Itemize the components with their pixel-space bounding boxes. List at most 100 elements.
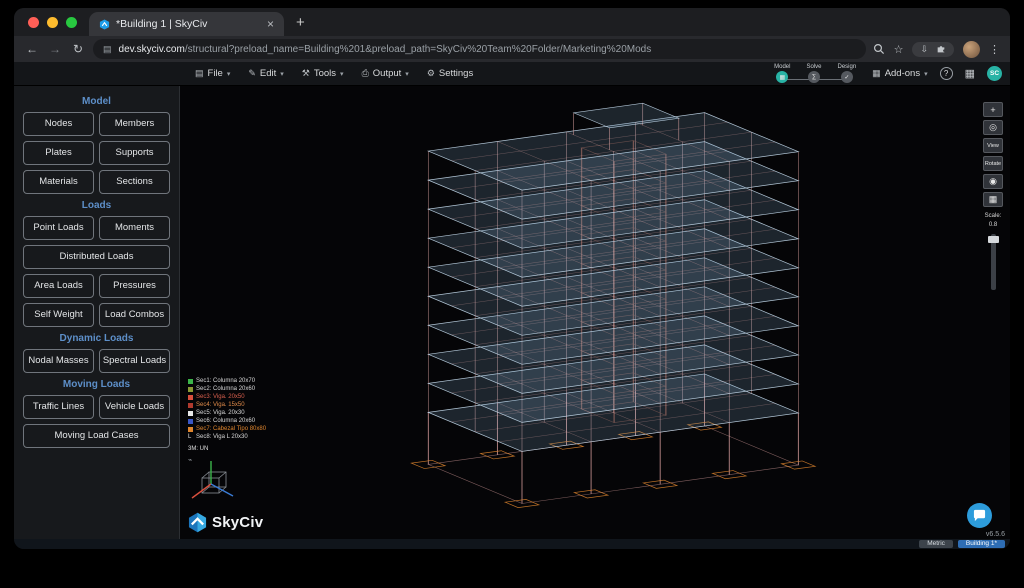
- legend-swatch: L: [188, 435, 193, 440]
- sidebar-row: MaterialsSections: [23, 170, 170, 194]
- addons-grid-icon: ▦: [872, 68, 881, 79]
- sidebar-button-sections[interactable]: Sections: [99, 170, 170, 194]
- chat-bubble-icon: [973, 509, 986, 522]
- zoom-extents-button[interactable]: +: [983, 102, 1003, 117]
- visibility-button[interactable]: ◎: [983, 120, 1003, 135]
- menu-output[interactable]: ⎙Output▾: [353, 62, 418, 86]
- edit-icon: ✎: [248, 68, 256, 79]
- legend-label: Sec4: Viga. 15x50: [196, 402, 245, 408]
- new-tab-button[interactable]: +: [296, 14, 305, 31]
- workflow-stepper: Model▦ Solve∑ Design✓: [770, 64, 860, 83]
- sidebar-button-nodal-masses[interactable]: Nodal Masses: [23, 349, 94, 373]
- step-label: Model: [774, 64, 790, 70]
- sidebar-button-self-weight[interactable]: Self Weight: [23, 303, 94, 327]
- back-icon[interactable]: ←: [24, 42, 40, 56]
- extensions-pill: ⇩: [912, 42, 954, 57]
- sidebar-button-point-loads[interactable]: Point Loads: [23, 216, 94, 240]
- chevron-down-icon: ▾: [340, 70, 344, 78]
- sidebar-button-nodes[interactable]: Nodes: [23, 112, 94, 136]
- axis-gizmo[interactable]: [188, 454, 238, 506]
- close-window-button[interactable]: [28, 17, 39, 28]
- skyciv-logo-icon: [188, 512, 207, 533]
- menu-label: File: [208, 68, 223, 79]
- account-avatar[interactable]: SC: [987, 66, 1002, 81]
- sidebar-button-traffic-lines[interactable]: Traffic Lines: [23, 395, 94, 419]
- sidebar-button-spectral-loads[interactable]: Spectral Loads: [99, 349, 170, 373]
- profile-avatar[interactable]: [963, 41, 980, 58]
- browser-tab[interactable]: *Building 1 | SkyCiv ×: [89, 12, 284, 36]
- sidebar-button-supports[interactable]: Supports: [99, 141, 170, 165]
- search-lens-icon[interactable]: [873, 43, 885, 55]
- menu-label: Edit: [260, 68, 276, 79]
- tab-close-icon[interactable]: ×: [267, 17, 274, 31]
- rotate-button[interactable]: Rotate: [983, 156, 1003, 171]
- sidebar-button-materials[interactable]: Materials: [23, 170, 94, 194]
- sidebar: ModelNodesMembersPlatesSupportsMaterials…: [14, 86, 180, 539]
- sidebar-section-title: Loads: [23, 200, 170, 211]
- legend-swatch: [188, 395, 193, 400]
- scale-value: 0.8: [989, 222, 997, 228]
- menu-file[interactable]: ▤File▾: [186, 62, 239, 86]
- apps-grid-icon[interactable]: ▦: [965, 67, 975, 80]
- file-icon: ▤: [195, 68, 204, 79]
- step-design[interactable]: Design✓: [837, 64, 856, 83]
- sidebar-button-plates[interactable]: Plates: [23, 141, 94, 165]
- step-label: Solve: [806, 64, 821, 70]
- app-body: ModelNodesMembersPlatesSupportsMaterials…: [14, 86, 1010, 539]
- bookmark-star-icon[interactable]: ☆: [894, 43, 904, 56]
- sidebar-button-members[interactable]: Members: [99, 112, 170, 136]
- model-3d-svg[interactable]: [180, 86, 1010, 539]
- step-design-icon: ✓: [841, 71, 853, 83]
- settings-icon: ⚙: [427, 68, 435, 79]
- screenshot-button[interactable]: ◉: [983, 174, 1003, 189]
- viewport-toolbar: +◎ViewRotate◉▦ Scale: 0.8: [982, 102, 1004, 290]
- reload-icon[interactable]: ↻: [70, 42, 86, 56]
- url-field[interactable]: ▤ dev.skyciv.com/structural?preload_name…: [93, 39, 866, 59]
- sidebar-button-load-combos[interactable]: Load Combos: [99, 303, 170, 327]
- legend-swatch: [188, 427, 193, 432]
- step-solve[interactable]: Solve∑: [806, 64, 821, 83]
- chevron-down-icon: ▾: [924, 70, 928, 78]
- tools-icon: ⚒: [302, 68, 310, 79]
- address-bar: ← → ↻ ▤ dev.skyciv.com/structural?preloa…: [14, 36, 1010, 62]
- step-model[interactable]: Model▦: [774, 64, 790, 83]
- chevron-down-icon: ▾: [280, 70, 284, 78]
- site-info-icon[interactable]: ▤: [103, 44, 112, 55]
- menu-tools[interactable]: ⚒Tools▾: [293, 62, 353, 86]
- sidebar-button-vehicle-loads[interactable]: Vehicle Loads: [99, 395, 170, 419]
- sections-legend: Sec1: Columna 20x70Sec2: Columna 20x60Se…: [188, 378, 266, 464]
- legend-swatch: [188, 379, 193, 384]
- extensions-puzzle-icon[interactable]: [936, 44, 946, 54]
- menu-settings[interactable]: ⚙Settings: [418, 62, 482, 86]
- current-model-button[interactable]: Building 1*: [958, 540, 1005, 549]
- legend-item: LSec8: Viga L 20x30: [188, 434, 266, 441]
- sidebar-row: Self WeightLoad Combos: [23, 303, 170, 327]
- sidebar-button-area-loads[interactable]: Area Loads: [23, 274, 94, 298]
- scale-slider[interactable]: [991, 234, 996, 290]
- addons-menu[interactable]: ▦ Add-ons ▾: [872, 68, 927, 79]
- minimize-window-button[interactable]: [47, 17, 58, 28]
- menu-edit[interactable]: ✎ Edit ▾: [239, 62, 292, 86]
- vt-buttons: + ◎ View Rotate ◉ ▦: [983, 102, 1003, 207]
- legend-item: Sec5: Viga. 20x30: [188, 410, 266, 417]
- window-controls: [22, 8, 89, 36]
- model-viewport[interactable]: Sec1: Columna 20x70Sec2: Columna 20x60Se…: [180, 86, 1010, 539]
- legend-label: Sec5: Viga. 20x30: [196, 410, 245, 416]
- browser-menu-icon[interactable]: ⋮: [989, 43, 1000, 56]
- sidebar-button-moving-load-cases[interactable]: Moving Load Cases: [23, 424, 170, 448]
- render-mode-button[interactable]: ▦: [983, 192, 1003, 207]
- units-button[interactable]: Metric: [919, 540, 953, 549]
- chat-support-button[interactable]: [967, 503, 992, 528]
- scale-slider-handle[interactable]: [988, 236, 999, 243]
- maximize-window-button[interactable]: [66, 17, 77, 28]
- skyciv-logo-text: SkyCiv: [212, 514, 263, 531]
- download-icon[interactable]: ⇩: [920, 44, 928, 55]
- sidebar-button-distributed-loads[interactable]: Distributed Loads: [23, 245, 170, 269]
- view-button[interactable]: View: [983, 138, 1003, 153]
- sidebar-button-moments[interactable]: Moments: [99, 216, 170, 240]
- help-button[interactable]: ?: [940, 67, 953, 80]
- menubar-right: Model▦Solve∑Design✓ ▦ Add-ons ▾ ? ▦ SC: [770, 64, 1002, 83]
- forward-icon[interactable]: →: [47, 42, 63, 56]
- menu-label: Output: [373, 68, 402, 79]
- sidebar-button-pressures[interactable]: Pressures: [99, 274, 170, 298]
